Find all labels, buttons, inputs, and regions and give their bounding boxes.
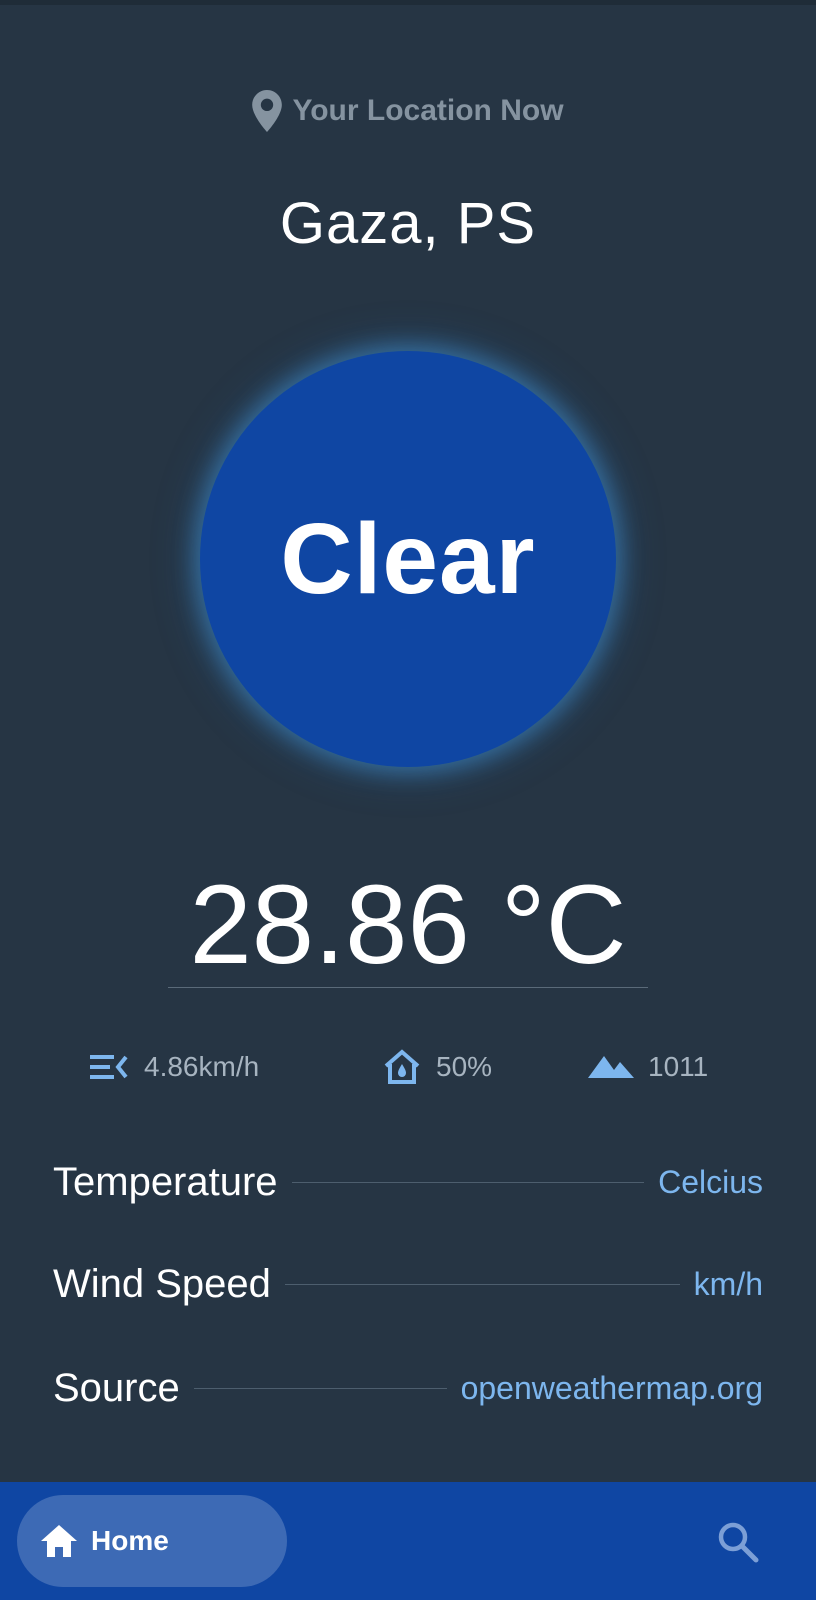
setting-row-source[interactable]: Source openweathermap.org bbox=[53, 1360, 763, 1416]
humidity-value: 50% bbox=[436, 1051, 493, 1082]
wind-stat: 4.86km/h bbox=[90, 1045, 259, 1089]
source-link[interactable]: openweathermap.org bbox=[461, 1370, 763, 1407]
pressure-icon bbox=[588, 1056, 634, 1078]
location-label: Your Location Now bbox=[292, 94, 564, 127]
setting-row-wind-speed[interactable]: Wind Speed km/h bbox=[53, 1256, 763, 1312]
home-icon bbox=[41, 1525, 77, 1557]
nav-home-button[interactable]: Home bbox=[17, 1495, 287, 1587]
setting-value[interactable]: Celcius bbox=[658, 1164, 763, 1201]
setting-label: Wind Speed bbox=[53, 1261, 271, 1306]
location-pin-icon bbox=[252, 90, 283, 132]
pressure-value: 1011 bbox=[648, 1051, 709, 1082]
setting-divider bbox=[284, 1283, 680, 1285]
nav-home-label: Home bbox=[91, 1525, 169, 1556]
pressure-stat: 1011 bbox=[588, 1045, 708, 1089]
city-name: Gaza, PS bbox=[279, 191, 537, 256]
temperature-value: 28.86 °C bbox=[189, 862, 627, 987]
wind-value: 4.86km/h bbox=[144, 1051, 260, 1082]
location-header: Your Location Now bbox=[0, 88, 816, 134]
weather-stats: 4.86km/h 50% 1011 bbox=[0, 1045, 816, 1089]
status-bar-strip bbox=[0, 0, 816, 5]
setting-label: Temperature bbox=[53, 1159, 278, 1204]
bottom-navigation: Home bbox=[0, 1482, 816, 1600]
setting-label: Source bbox=[53, 1365, 180, 1410]
condition-circle: Clear bbox=[200, 351, 616, 767]
setting-value[interactable]: km/h bbox=[694, 1266, 763, 1303]
setting-divider bbox=[291, 1181, 645, 1183]
setting-row-temperature[interactable]: Temperature Celcius bbox=[53, 1154, 763, 1210]
humidity-icon bbox=[384, 1049, 420, 1084]
condition-text: Clear bbox=[280, 502, 536, 615]
humidity-stat: 50% bbox=[382, 1045, 492, 1089]
setting-divider bbox=[193, 1387, 447, 1389]
search-icon[interactable] bbox=[716, 1520, 760, 1564]
wind-icon bbox=[90, 1055, 128, 1079]
temperature-underline bbox=[168, 987, 648, 988]
